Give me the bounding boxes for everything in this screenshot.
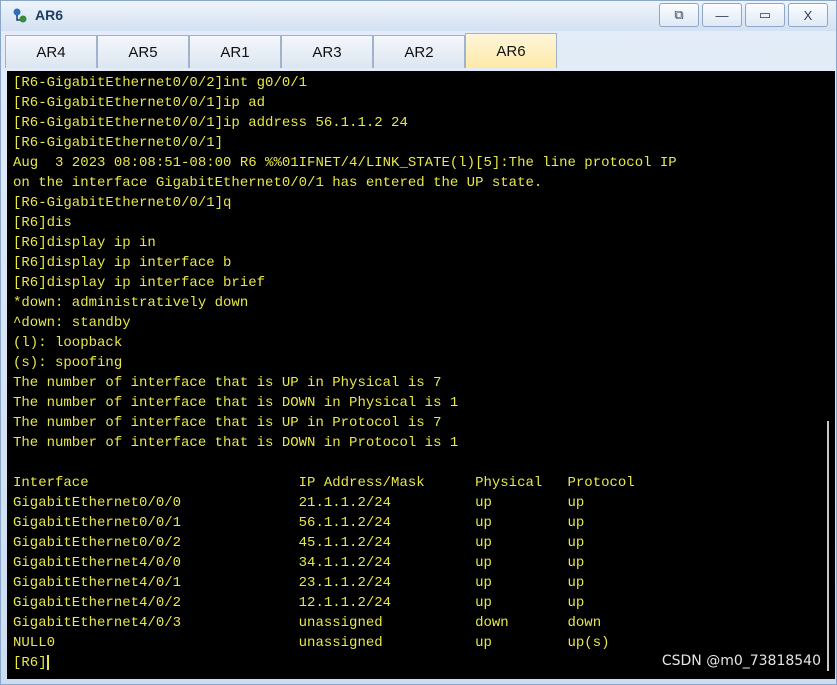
tab-ar4[interactable]: AR4 <box>5 35 97 68</box>
console-terminal[interactable]: [R6-GigabitEthernet0/0/2]int g0/0/1 [R6-G… <box>7 71 835 679</box>
terminal-prompt: [R6] <box>13 655 47 671</box>
terminal-line: GigabitEthernet4/0/3 unassigned down dow… <box>13 615 602 631</box>
terminal-line: GigabitEthernet4/0/0 34.1.1.2/24 up up <box>13 555 585 571</box>
terminal-window: AR6 ⧉ — ▭ X AR4 AR5 AR1 AR3 AR2 AR6 [R6-Gigab… <box>0 0 837 685</box>
restore-icon: ⧉ <box>674 7 684 22</box>
maximize-button[interactable]: ▭ <box>745 3 785 27</box>
minimize-icon: — <box>715 7 729 23</box>
tab-ar3[interactable]: AR3 <box>281 35 373 68</box>
tab-ar6[interactable]: AR6 <box>465 33 557 68</box>
window-controls: ⧉ — ▭ X <box>656 3 828 27</box>
tab-ar1[interactable]: AR1 <box>189 35 281 68</box>
terminal-line: The number of interface that is DOWN in … <box>13 435 459 451</box>
restore-button[interactable]: ⧉ <box>659 3 699 27</box>
terminal-line: *down: administratively down <box>13 295 249 311</box>
title-bar[interactable]: AR6 ⧉ — ▭ X <box>1 1 836 31</box>
terminal-line: GigabitEthernet4/0/1 23.1.1.2/24 up up <box>13 575 585 591</box>
terminal-line: (l): loopback <box>13 335 123 351</box>
terminal-scrollbar[interactable] <box>827 421 829 671</box>
terminal-line: GigabitEthernet0/0/0 21.1.1.2/24 up up <box>13 495 585 511</box>
terminal-line: [R6]display ip in <box>13 235 156 251</box>
terminal-output: [R6-GigabitEthernet0/0/2]int g0/0/1 [R6-G… <box>13 73 677 673</box>
maximize-icon: ▭ <box>758 7 772 22</box>
terminal-line: (s): spoofing <box>13 355 123 371</box>
minimize-button[interactable]: — <box>702 3 742 27</box>
window-title: AR6 <box>35 7 64 23</box>
terminal-prompt-line[interactable]: [R6] <box>13 653 677 673</box>
terminal-line: [R6-GigabitEthernet0/0/2]int g0/0/1 <box>13 75 308 91</box>
terminal-line: [R6]display ip interface brief <box>13 275 266 291</box>
terminal-line: ^down: standby <box>13 315 131 331</box>
terminal-line: Interface IP Address/Mask Physical Proto… <box>13 475 635 491</box>
close-icon: X <box>803 7 813 23</box>
terminal-line: The number of interface that is UP in Ph… <box>13 375 442 391</box>
terminal-line: [R6-GigabitEthernet0/0/1]ip ad <box>13 95 266 111</box>
terminal-line: [R6-GigabitEthernet0/0/1]q <box>13 195 232 211</box>
terminal-line: on the interface GigabitEthernet0/0/1 ha… <box>13 175 543 191</box>
terminal-line: GigabitEthernet4/0/2 12.1.1.2/24 up up <box>13 595 585 611</box>
terminal-line: Aug 3 2023 08:08:51-08:00 R6 %%01IFNET/4… <box>13 155 677 171</box>
terminal-line: GigabitEthernet0/0/2 45.1.1.2/24 up up <box>13 535 585 551</box>
terminal-line: [R6]display ip interface b <box>13 255 232 271</box>
device-tab-bar: AR4 AR5 AR1 AR3 AR2 AR6 <box>5 33 834 69</box>
terminal-line: [R6-GigabitEthernet0/0/1] <box>13 135 224 151</box>
terminal-line: GigabitEthernet0/0/1 56.1.1.2/24 up up <box>13 515 585 531</box>
router-app-icon <box>13 8 27 23</box>
close-button[interactable]: X <box>788 3 828 27</box>
terminal-line: [R6-GigabitEthernet0/0/1]ip address 56.1… <box>13 115 408 131</box>
watermark: CSDN @m0_73818540 <box>661 653 821 669</box>
text-cursor <box>46 654 49 670</box>
tab-ar2[interactable]: AR2 <box>373 35 465 68</box>
tab-ar5[interactable]: AR5 <box>97 35 189 68</box>
terminal-line: NULL0 unassigned up up(s) <box>13 635 610 651</box>
terminal-line: The number of interface that is DOWN in … <box>13 395 459 411</box>
terminal-line: The number of interface that is UP in Pr… <box>13 415 442 431</box>
terminal-line: [R6]dis <box>13 215 72 231</box>
